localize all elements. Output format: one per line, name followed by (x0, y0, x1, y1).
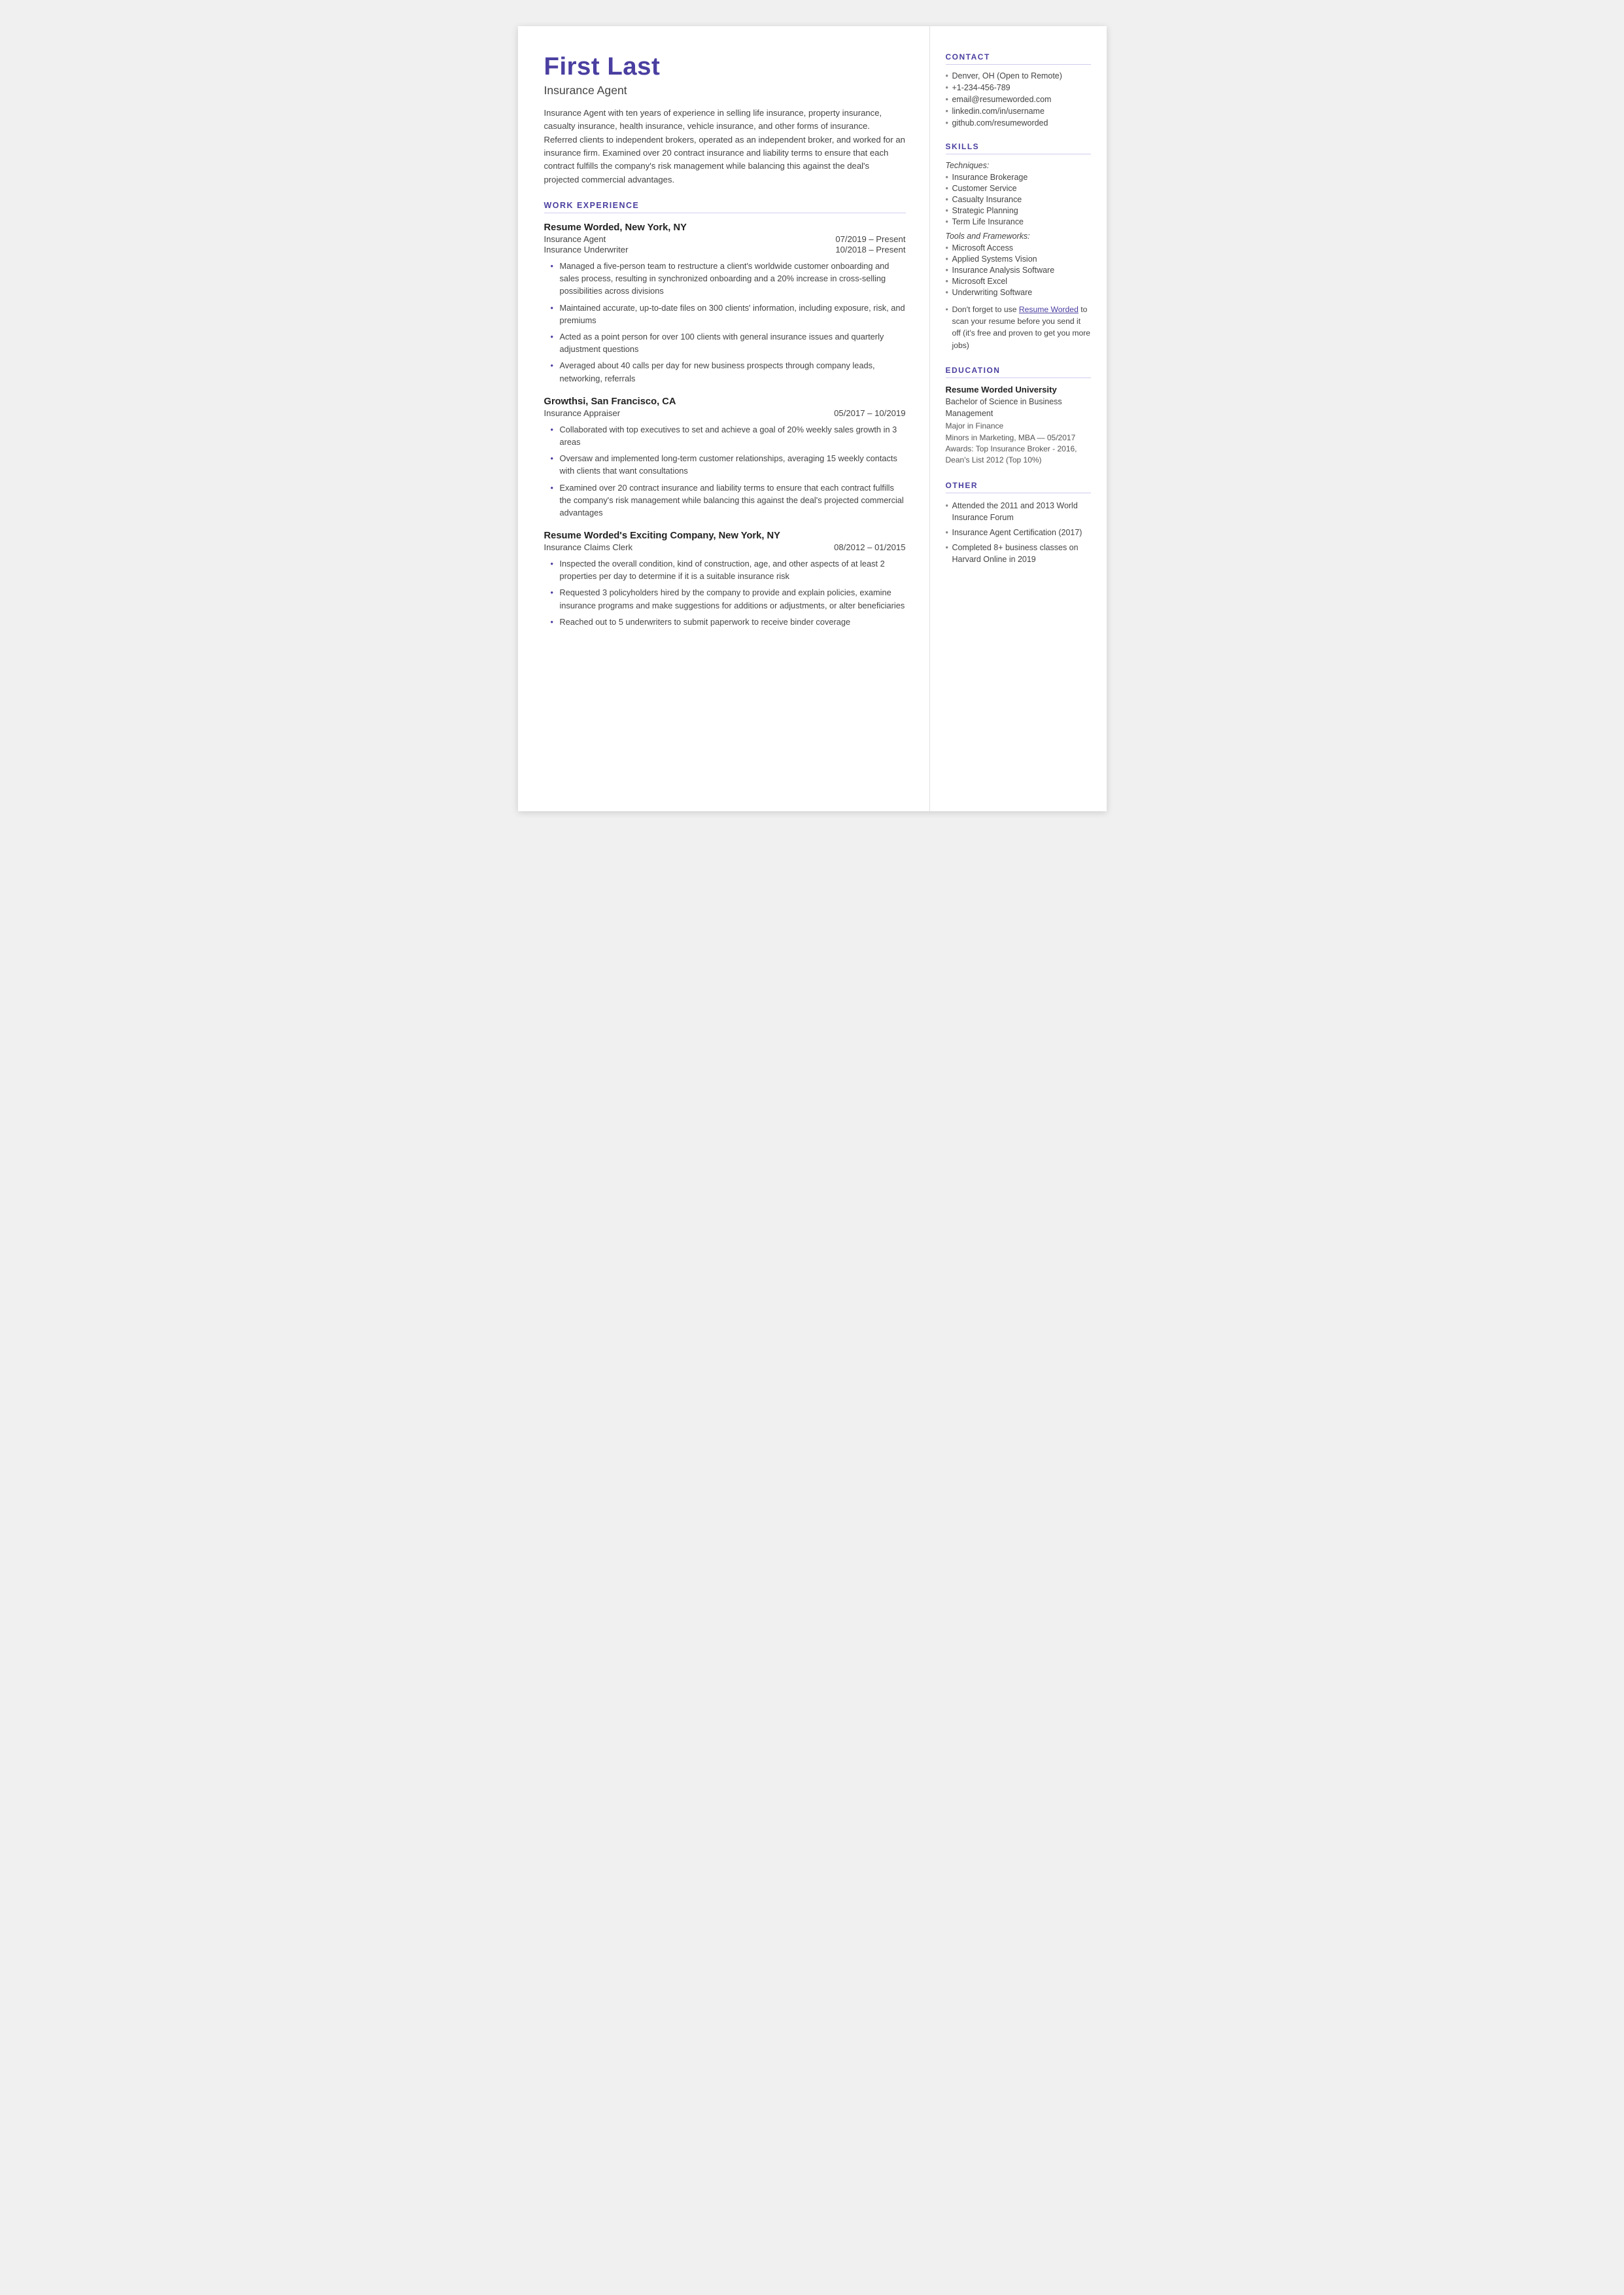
role-row-1a: Insurance Agent 07/2019 – Present (544, 234, 906, 244)
edu-degree: Bachelor of Science in Business Manageme… (946, 396, 1091, 419)
role-title-3a: Insurance Claims Clerk (544, 542, 633, 552)
other-item-3: Completed 8+ business classes on Harvard… (946, 542, 1091, 565)
employer-block-3: Resume Worded's Exciting Company, New Yo… (544, 531, 906, 628)
contact-email: email@resumeworded.com (946, 95, 1091, 104)
skill-customer-service: Customer Service (946, 184, 1091, 193)
name-title-block: First Last Insurance Agent (544, 52, 906, 97)
role-row-3a: Insurance Claims Clerk 08/2012 – 01/2015 (544, 542, 906, 552)
work-experience-section: WORK EXPERIENCE Resume Worded, New York,… (544, 201, 906, 628)
promo-block: Don't forget to use Resume Worded to sca… (946, 304, 1091, 351)
resume-page: First Last Insurance Agent Insurance Age… (518, 26, 1107, 811)
employer-name-3: Resume Worded's Exciting Company, New Yo… (544, 531, 906, 541)
contact-linkedin: linkedin.com/in/username (946, 107, 1091, 116)
skill-microsoft-access: Microsoft Access (946, 243, 1091, 253)
edu-block: Resume Worded University Bachelor of Sci… (946, 385, 1091, 466)
employer-name-2: Growthsi, San Francisco, CA (544, 396, 906, 407)
edu-awards: Awards: Top Insurance Broker - 2016, Dea… (946, 444, 1091, 466)
skill-strategic-planning: Strategic Planning (946, 206, 1091, 215)
skills-section: SKILLS Techniques: Insurance Brokerage C… (946, 142, 1091, 351)
bullet-1-2: Maintained accurate, up-to-date files on… (548, 302, 906, 326)
skill-insurance-analysis: Insurance Analysis Software (946, 266, 1091, 275)
bullet-3-3: Reached out to 5 underwriters to submit … (548, 616, 906, 628)
contact-phone: +1-234-456-789 (946, 83, 1091, 92)
role-title-1a: Insurance Agent (544, 234, 606, 244)
role-dates-2a: 05/2017 – 10/2019 (834, 408, 905, 418)
other-item-1: Attended the 2011 and 2013 World Insuran… (946, 500, 1091, 523)
techniques-label: Techniques: (946, 161, 1091, 170)
contact-github: github.com/resumeworded (946, 118, 1091, 128)
skill-term-life-insurance: Term Life Insurance (946, 217, 1091, 226)
skill-underwriting-software: Underwriting Software (946, 288, 1091, 297)
other-heading: OTHER (946, 481, 1091, 493)
skill-microsoft-excel: Microsoft Excel (946, 277, 1091, 286)
work-experience-heading: WORK EXPERIENCE (544, 201, 906, 213)
other-section: OTHER Attended the 2011 and 2013 World I… (946, 481, 1091, 565)
right-column: CONTACT Denver, OH (Open to Remote) +1-2… (930, 26, 1107, 811)
bullet-3-2: Requested 3 policyholders hired by the c… (548, 586, 906, 611)
bullet-3-1: Inspected the overall condition, kind of… (548, 557, 906, 582)
role-title-2a: Insurance Appraiser (544, 408, 621, 418)
role-row-1b: Insurance Underwriter 10/2018 – Present (544, 245, 906, 254)
role-dates-1b: 10/2018 – Present (835, 245, 905, 254)
skill-casualty-insurance: Casualty Insurance (946, 195, 1091, 204)
bullet-1-4: Averaged about 40 calls per day for new … (548, 359, 906, 384)
contact-location: Denver, OH (Open to Remote) (946, 71, 1091, 80)
candidate-title: Insurance Agent (544, 84, 906, 97)
education-section: EDUCATION Resume Worded University Bache… (946, 366, 1091, 466)
contact-heading: CONTACT (946, 52, 1091, 65)
left-column: First Last Insurance Agent Insurance Age… (518, 26, 930, 811)
candidate-name: First Last (544, 52, 906, 81)
employer-block-1: Resume Worded, New York, NY Insurance Ag… (544, 222, 906, 385)
education-heading: EDUCATION (946, 366, 1091, 378)
skill-insurance-brokerage: Insurance Brokerage (946, 173, 1091, 182)
role-dates-3a: 08/2012 – 01/2015 (834, 542, 905, 552)
bullet-list-1: Managed a five-person team to restructur… (548, 260, 906, 385)
bullet-list-2: Collaborated with top executives to set … (548, 423, 906, 519)
bullet-2-1: Collaborated with top executives to set … (548, 423, 906, 448)
other-item-2: Insurance Agent Certification (2017) (946, 527, 1091, 538)
summary-text: Insurance Agent with ten years of experi… (544, 107, 906, 186)
role-title-1b: Insurance Underwriter (544, 245, 629, 254)
employer-block-2: Growthsi, San Francisco, CA Insurance Ap… (544, 396, 906, 519)
skill-applied-systems-vision: Applied Systems Vision (946, 254, 1091, 264)
edu-minors: Minors in Marketing, MBA — 05/2017 (946, 432, 1091, 444)
role-dates-1a: 07/2019 – Present (835, 234, 905, 244)
contact-section: CONTACT Denver, OH (Open to Remote) +1-2… (946, 52, 1091, 128)
edu-school: Resume Worded University (946, 385, 1091, 394)
bullet-2-3: Examined over 20 contract insurance and … (548, 482, 906, 519)
edu-major: Major in Finance (946, 421, 1091, 432)
role-row-2a: Insurance Appraiser 05/2017 – 10/2019 (544, 408, 906, 418)
skills-heading: SKILLS (946, 142, 1091, 154)
bullet-1-1: Managed a five-person team to restructur… (548, 260, 906, 298)
bullet-2-2: Oversaw and implemented long-term custom… (548, 452, 906, 477)
bullet-list-3: Inspected the overall condition, kind of… (548, 557, 906, 628)
bullet-1-3: Acted as a point person for over 100 cli… (548, 330, 906, 355)
employer-name-1: Resume Worded, New York, NY (544, 222, 906, 233)
tools-label: Tools and Frameworks: (946, 232, 1091, 241)
